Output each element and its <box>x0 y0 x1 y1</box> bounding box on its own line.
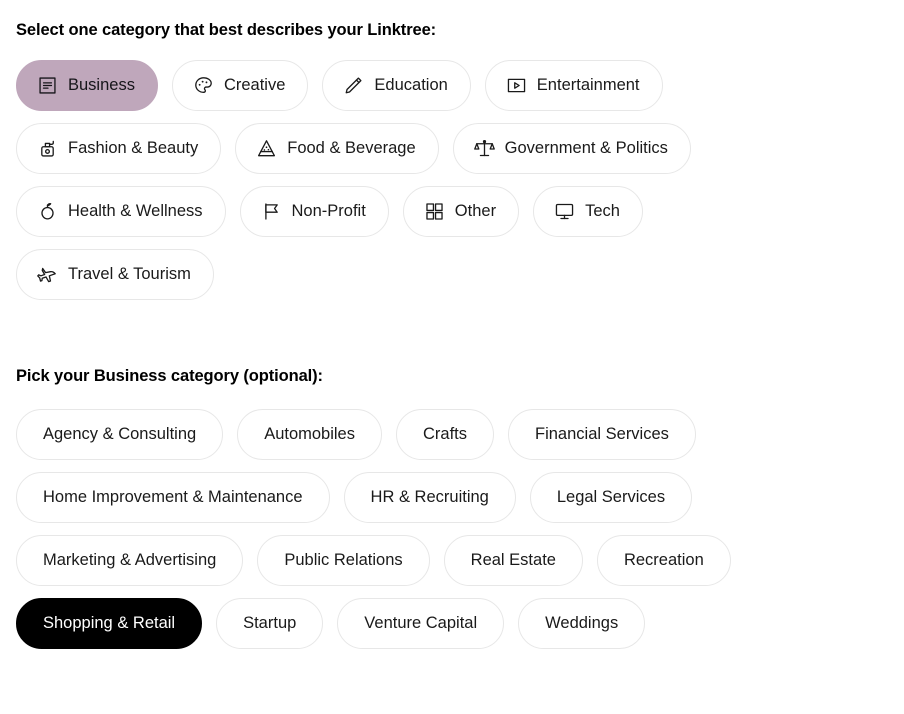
business-subcategory-chip-financial-services[interactable]: Financial Services <box>508 408 696 460</box>
chip-label: Health & Wellness <box>68 202 203 221</box>
chip-label: Shopping & Retail <box>43 613 176 632</box>
chip-label: Financial Services <box>535 424 669 443</box>
chip-label: HR & Recruiting <box>370 487 489 506</box>
chip-label: Crafts <box>423 424 468 443</box>
primary-category-chip-government-and-politics[interactable]: Government & Politics <box>452 122 691 174</box>
chip-label: Startup <box>243 613 297 632</box>
primary-section-heading: Select one category that best describes … <box>16 21 437 39</box>
chip-label: Weddings <box>545 613 619 632</box>
primary-category-chip-creative[interactable]: Creative <box>171 59 309 111</box>
business-subcategory-chip-startup[interactable]: Startup <box>216 597 324 649</box>
business-subcategory-chip-public-relations[interactable]: Public Relations <box>257 534 430 586</box>
business-subcategory-chip-recreation[interactable]: Recreation <box>596 534 731 586</box>
chip-label: Tech <box>585 202 620 221</box>
business-subcategory-chip-home-improvement-and-maintenance[interactable]: Home Improvement & Maintenance <box>16 471 330 523</box>
business-subcategory-chip-agency-and-consulting[interactable]: Agency & Consulting <box>16 408 224 460</box>
primary-category-chip-other[interactable]: Other <box>402 185 520 237</box>
chip-label: Food & Beverage <box>287 139 416 158</box>
grid-squares-icon <box>424 201 445 222</box>
chip-label: Marketing & Advertising <box>43 550 217 569</box>
chip-label: Creative <box>223 76 286 95</box>
business-subcategory-chip-marketing-and-advertising[interactable]: Marketing & Advertising <box>16 534 244 586</box>
palette-icon <box>193 75 214 96</box>
chip-label: Home Improvement & Maintenance <box>43 487 303 506</box>
chip-label: Automobiles <box>264 424 355 443</box>
primary-category-chip-entertainment[interactable]: Entertainment <box>484 59 663 111</box>
chip-label: Public Relations <box>284 550 403 569</box>
business-subcategory-chip-automobiles[interactable]: Automobiles <box>237 408 382 460</box>
chip-label: Education <box>374 76 448 95</box>
chip-label: Agency & Consulting <box>43 424 197 443</box>
monitor-icon <box>554 201 575 222</box>
chip-label: Government & Politics <box>504 139 668 158</box>
business-subcategory-chip-shopping-and-retail[interactable]: Shopping & Retail <box>16 597 203 649</box>
chip-label: Entertainment <box>536 76 640 95</box>
chip-label: Non-Profit <box>291 202 366 221</box>
primary-category-section: Select one category that best describes … <box>16 0 888 300</box>
pencil-icon <box>343 75 364 96</box>
play-box-icon <box>506 75 527 96</box>
airplane-icon <box>37 264 58 285</box>
business-subcategory-chip-group: Agency & Consulting Automobiles Crafts Fina… <box>16 408 806 649</box>
business-subcategory-chip-weddings[interactable]: Weddings <box>518 597 646 649</box>
flag-icon <box>261 201 282 222</box>
primary-category-chip-education[interactable]: Education <box>322 59 471 111</box>
primary-category-chip-travel-and-tourism[interactable]: Travel & Tourism <box>16 248 214 300</box>
business-subcategory-chip-real-estate[interactable]: Real Estate <box>443 534 583 586</box>
primary-category-chip-fashion-and-beauty[interactable]: Fashion & Beauty <box>16 122 222 174</box>
business-subcategory-chip-venture-capital[interactable]: Venture Capital <box>337 597 505 649</box>
chip-label: Other <box>454 202 497 221</box>
primary-category-chip-food-and-beverage[interactable]: Food & Beverage <box>235 122 439 174</box>
pizza-slice-icon <box>256 138 277 159</box>
chip-label: Legal Services <box>556 487 666 506</box>
chip-label: Real Estate <box>470 550 556 569</box>
perfume-bottle-icon <box>37 138 58 159</box>
business-subcategory-chip-crafts[interactable]: Crafts <box>396 408 495 460</box>
business-subcategory-chip-legal-services[interactable]: Legal Services <box>529 471 693 523</box>
secondary-category-section: Pick your Business category (optional): … <box>16 367 888 649</box>
chip-label: Business <box>68 76 135 95</box>
primary-category-chip-health-and-wellness[interactable]: Health & Wellness <box>16 185 226 237</box>
business-subcategory-chip-hr-and-recruiting[interactable]: HR & Recruiting <box>343 471 516 523</box>
chip-label: Fashion & Beauty <box>68 139 199 158</box>
primary-category-chip-non-profit[interactable]: Non-Profit <box>239 185 389 237</box>
section-divider-space <box>16 300 888 367</box>
primary-category-chip-group: Business Creative Education Entertainment Fa… <box>16 59 788 300</box>
chip-label: Venture Capital <box>364 613 478 632</box>
category-picker-page: Select one category that best describes … <box>0 0 904 649</box>
secondary-section-heading: Pick your Business category (optional): <box>16 366 323 385</box>
chip-label: Recreation <box>623 550 704 569</box>
chip-label: Travel & Tourism <box>68 265 191 284</box>
apple-icon <box>37 201 58 222</box>
primary-category-chip-tech[interactable]: Tech <box>533 185 643 237</box>
primary-category-chip-business[interactable]: Business <box>16 59 158 111</box>
scales-icon <box>473 138 495 159</box>
document-lines-icon <box>37 75 58 96</box>
